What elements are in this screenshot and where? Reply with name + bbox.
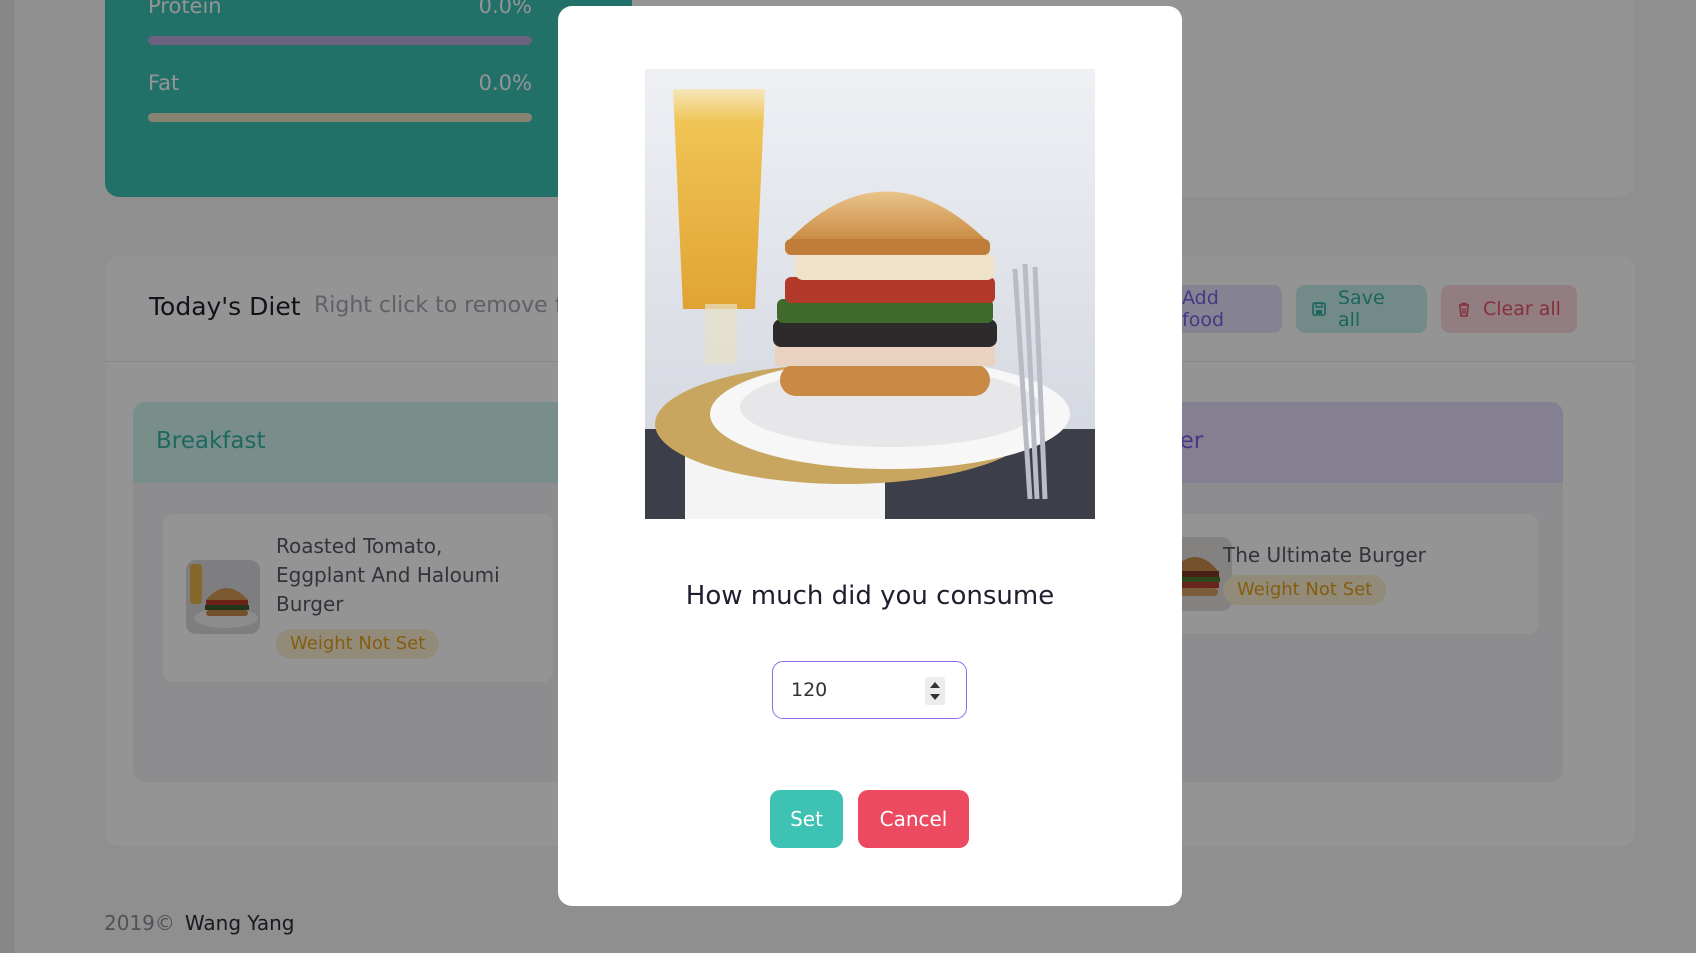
set-button[interactable]: Set xyxy=(770,790,843,848)
weight-dialog: How much did you consume Set Cancel xyxy=(558,6,1182,906)
quantity-input[interactable] xyxy=(772,661,967,719)
stepper-arrows-icon xyxy=(930,682,940,700)
cancel-button[interactable]: Cancel xyxy=(858,790,969,848)
burger-photo xyxy=(645,69,1095,519)
quantity-field[interactable] xyxy=(791,676,921,704)
quantity-stepper[interactable] xyxy=(925,677,945,705)
dialog-question: How much did you consume xyxy=(685,581,1055,611)
